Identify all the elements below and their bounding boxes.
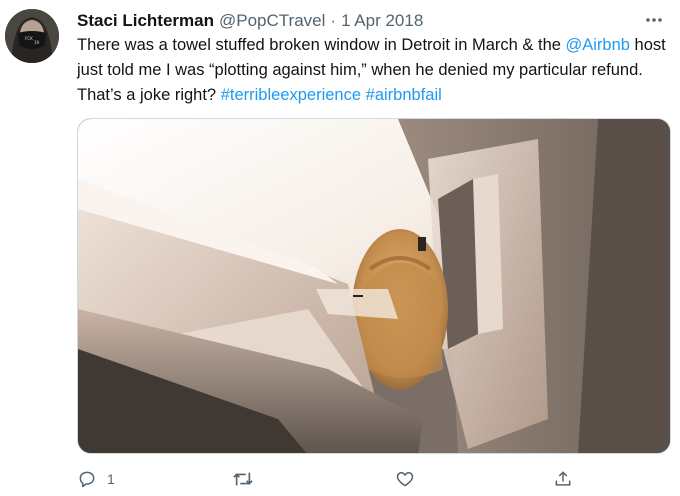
author-handle[interactable]: @PopCTravel: [219, 11, 325, 31]
avatar[interactable]: FCK 19: [5, 9, 59, 63]
avatar-image: FCK 19: [5, 9, 59, 63]
tweet-text: There was a towel stuffed broken window …: [77, 33, 667, 108]
tweet-header: Staci Lichterman @PopCTravel · 1 Apr 201…: [77, 9, 423, 33]
separator-dot: ·: [330, 11, 337, 30]
like-button[interactable]: [395, 466, 415, 492]
reply-count: 1: [107, 471, 115, 487]
reply-icon: [79, 471, 95, 488]
tweet-date[interactable]: 1 Apr 2018: [341, 11, 423, 31]
tweet-text-segment: There was a towel stuffed broken window …: [77, 36, 566, 54]
svg-text:19: 19: [34, 40, 40, 45]
retweet-button[interactable]: [232, 466, 254, 492]
retweet-icon: [233, 472, 253, 486]
svg-text:FCK: FCK: [25, 36, 33, 41]
author-name[interactable]: Staci Lichterman: [77, 11, 214, 31]
mention-link[interactable]: @Airbnb: [566, 36, 630, 54]
tweet-actions: 1: [77, 466, 597, 492]
hashtag-link[interactable]: #terribleexperience: [221, 86, 361, 104]
more-options-icon: [646, 18, 662, 22]
more-options-button[interactable]: [642, 9, 666, 31]
reply-button[interactable]: 1: [77, 466, 115, 492]
photo-broken-window-towel: [78, 119, 670, 453]
tweet-photo[interactable]: [77, 118, 671, 454]
like-icon: [396, 472, 414, 487]
share-icon: [555, 471, 571, 486]
tweet-card[interactable]: FCK 19 Staci Lichterman @PopCTravel · 1 …: [0, 0, 680, 496]
hashtag-link[interactable]: #airbnbfail: [366, 86, 442, 104]
share-button[interactable]: [553, 466, 573, 492]
